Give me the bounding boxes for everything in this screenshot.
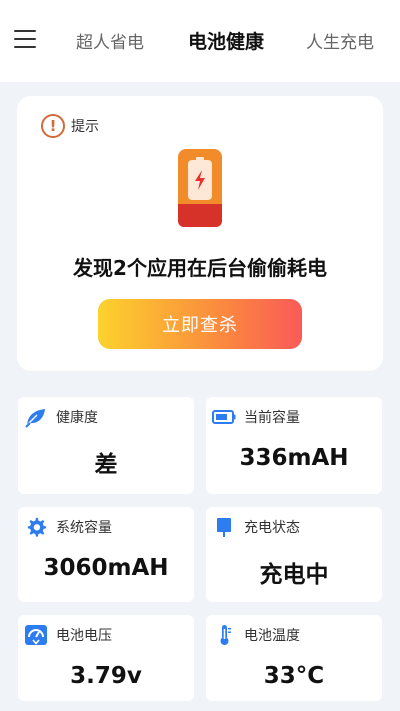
kill-now-button[interactable]: 立即查杀 [98, 299, 302, 349]
voltage-card[interactable]: 电池电压 3.79v [18, 615, 194, 701]
leaf-icon [24, 406, 48, 428]
gear-icon [24, 516, 48, 538]
thermometer-icon [212, 624, 236, 646]
alert-message: 发现2个应用在后台偷偷耗电 [73, 256, 327, 280]
charger-icon [212, 516, 236, 538]
tip-label: 提示 [71, 119, 99, 135]
health-value: 差 [94, 452, 118, 478]
charge-status-header: 充电状态 [212, 516, 300, 538]
top-nav: 超人省电 电池健康 人生充电 [0, 0, 400, 82]
gauge-icon [24, 624, 48, 646]
charge-status-value: 充电中 [259, 562, 329, 588]
current-capacity-header: 当前容量 [212, 406, 300, 428]
temperature-card[interactable]: 电池温度 33°C [206, 615, 382, 701]
current-capacity-label: 当前容量 [244, 410, 300, 426]
health-label: 健康度 [56, 410, 98, 426]
current-capacity-card[interactable]: 当前容量 336mAH [206, 397, 382, 494]
charge-status-card[interactable]: 充电状态 充电中 [206, 507, 382, 602]
health-header: 健康度 [24, 406, 98, 428]
battery-warning-illustration [178, 149, 222, 227]
system-capacity-label: 系统容量 [56, 520, 112, 536]
system-capacity-card[interactable]: 系统容量 3060mAH [18, 507, 194, 602]
voltage-value: 3.79v [70, 663, 142, 689]
tip-row: ! 提示 [41, 114, 99, 138]
system-capacity-value: 3060mAH [43, 555, 169, 581]
current-capacity-value: 336mAH [239, 445, 349, 471]
tab-battery-health[interactable]: 电池健康 [188, 27, 264, 54]
warning-icon: ! [41, 114, 65, 138]
temperature-header: 电池温度 [212, 624, 300, 646]
temperature-value: 33°C [263, 663, 325, 689]
system-capacity-header: 系统容量 [24, 516, 112, 538]
battery-alert-card: ! 提示 发现2个应用在后台偷偷耗电 立即查杀 [17, 96, 383, 371]
menu-icon[interactable] [14, 30, 36, 48]
tab-charging[interactable]: 人生充电 [306, 28, 374, 53]
charge-status-label: 充电状态 [244, 520, 300, 536]
voltage-label: 电池电压 [56, 628, 112, 644]
tab-power-saving[interactable]: 超人省电 [76, 28, 144, 53]
battery-icon [212, 406, 236, 428]
temperature-label: 电池温度 [244, 628, 300, 644]
voltage-header: 电池电压 [24, 624, 112, 646]
health-card[interactable]: 健康度 差 [18, 397, 194, 494]
